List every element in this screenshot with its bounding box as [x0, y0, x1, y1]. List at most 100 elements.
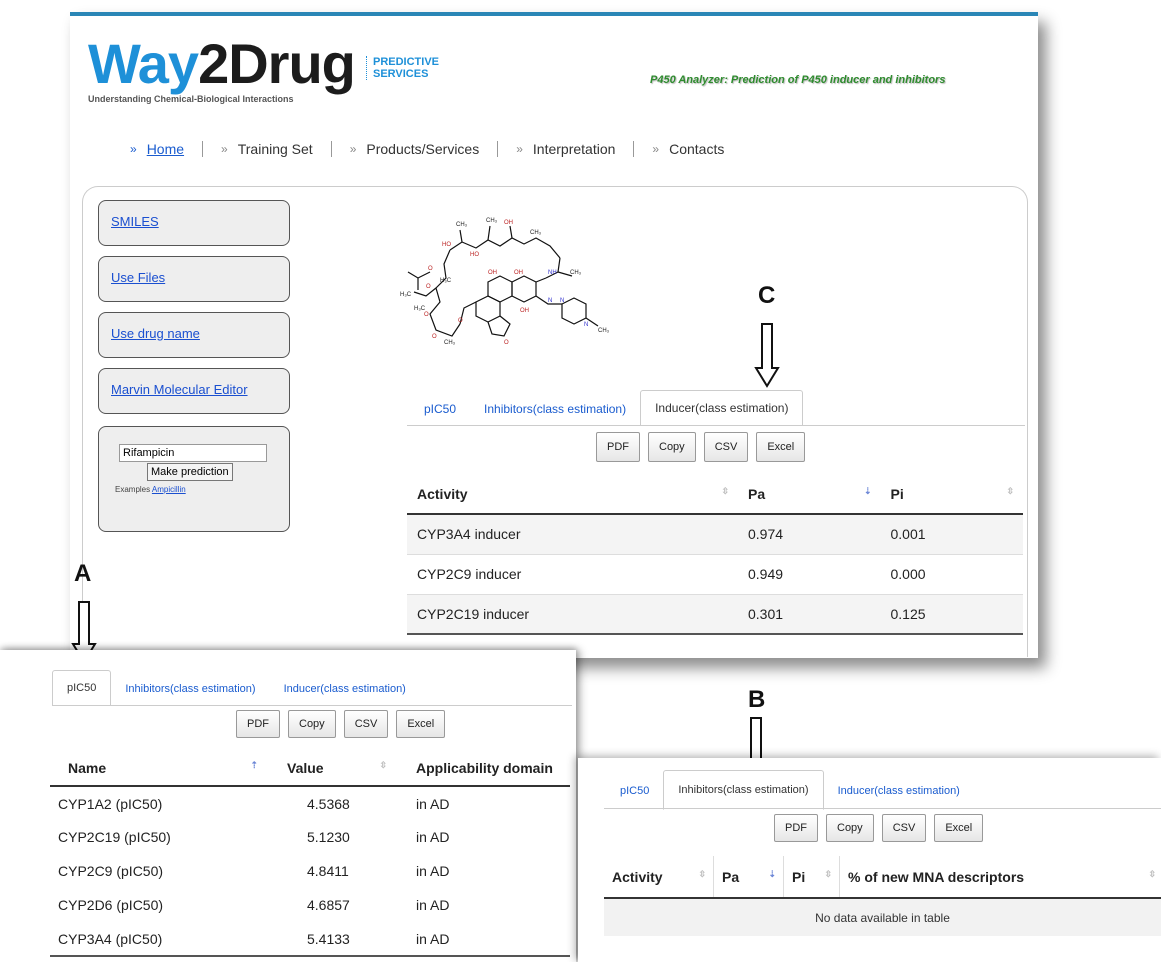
result-tabs: pIC50 Inhibitors(class estimation) Induc… — [410, 390, 804, 426]
col-pa-label: Pa — [722, 868, 740, 885]
col-activity[interactable]: Activity ⇳ — [604, 856, 714, 899]
way2drug-logo[interactable]: Way2Drug Understanding Chemical-Biologic… — [88, 36, 356, 105]
sidebar-link-use-drug-name[interactable]: Use drug name — [111, 326, 200, 341]
pdf-button[interactable]: PDF — [236, 710, 280, 738]
sort-both-icon[interactable]: ⇳ — [698, 869, 706, 880]
sort-desc-icon[interactable]: ⇣ — [768, 869, 776, 880]
tab-inducer[interactable]: Inducer(class estimation) — [824, 772, 974, 810]
pdf-button[interactable]: PDF — [774, 814, 818, 842]
col-pa-label: Pa — [748, 485, 766, 502]
annotation-letter-a: A — [74, 560, 92, 587]
col-pa[interactable]: Pa ⇣ — [738, 474, 881, 515]
cell-ad: in AD — [398, 922, 570, 957]
pdf-button[interactable]: PDF — [596, 432, 640, 462]
excel-button[interactable]: Excel — [756, 432, 806, 462]
col-name[interactable]: Name ⇡ — [50, 750, 269, 787]
nav-link-contacts[interactable]: Contacts — [669, 141, 724, 157]
tabs-divider — [604, 808, 1161, 809]
sort-both-icon[interactable]: ⇳ — [824, 869, 832, 880]
examples-label: Examples — [115, 485, 151, 494]
tab-inducer[interactable]: Inducer(class estimation) — [640, 390, 804, 426]
excel-button[interactable]: Excel — [934, 814, 984, 842]
col-activity[interactable]: Activity ⇳ — [407, 474, 738, 515]
table-row: CYP2D6 (pIC50) 4.6857 in AD — [50, 888, 570, 922]
sidebar-link-marvin-editor[interactable]: Marvin Molecular Editor — [111, 382, 248, 397]
nav-link-products[interactable]: Products/Services — [366, 141, 479, 157]
tab-pic50[interactable]: pIC50 — [410, 392, 470, 426]
nav-link-interpretation[interactable]: Interpretation — [533, 141, 616, 157]
col-value[interactable]: Value ⇳ — [269, 750, 398, 787]
sidebar-link-use-files[interactable]: Use Files — [111, 270, 165, 285]
col-mna[interactable]: % of new MNA descriptors ⇳ — [839, 856, 1161, 899]
inhibitors-screenshot-panel: pIC50 Inhibitors(class estimation) Induc… — [578, 758, 1161, 962]
make-prediction-button[interactable]: Make prediction — [147, 463, 233, 481]
nav-link-home[interactable]: Home — [147, 141, 184, 157]
sort-both-icon[interactable]: ⇳ — [379, 760, 387, 771]
nav-raquo-icon: » — [516, 142, 523, 156]
svg-text:OH: OH — [488, 270, 497, 276]
cell-name: CYP2D6 (pIC50) — [58, 897, 164, 913]
result-tabs: pIC50 Inhibitors(class estimation) Induc… — [52, 670, 420, 706]
csv-button[interactable]: CSV — [343, 710, 389, 738]
nav-link-training-set[interactable]: Training Set — [238, 141, 313, 157]
col-pa[interactable]: Pa ⇣ — [713, 856, 784, 899]
sidebar-item-marvin-editor[interactable]: Marvin Molecular Editor — [98, 368, 290, 414]
cell-value: 4.8411 — [307, 863, 349, 879]
csv-button[interactable]: CSV — [703, 432, 749, 462]
copy-button[interactable]: Copy — [826, 814, 874, 842]
sidebar-link-smiles[interactable]: SMILES — [111, 214, 159, 229]
svg-text:O: O — [428, 266, 433, 272]
excel-button[interactable]: Excel — [396, 710, 446, 738]
col-applicability[interactable]: Applicability domain — [398, 750, 570, 787]
tab-pic50[interactable]: pIC50 — [52, 670, 112, 706]
svg-text:H₃C: H₃C — [400, 292, 412, 298]
sort-asc-icon[interactable]: ⇡ — [250, 760, 258, 771]
result-tabs: pIC50 Inhibitors(class estimation) Induc… — [606, 770, 974, 810]
svg-text:N: N — [584, 322, 588, 328]
cell-ad: in AD — [416, 795, 450, 812]
tab-inhibitors[interactable]: Inhibitors(class estimation) — [663, 770, 824, 810]
svg-text:O: O — [432, 334, 437, 340]
copy-button[interactable]: Copy — [288, 710, 336, 738]
pic50-table: Name ⇡ Value ⇳ Applicability domain CYP1A2… — [50, 750, 570, 957]
nav-item-interpretation[interactable]: » Interpretation — [497, 141, 633, 157]
col-pi[interactable]: Pi ⇳ — [783, 856, 840, 899]
sort-both-icon[interactable]: ⇳ — [1148, 869, 1156, 880]
svg-text:OH: OH — [520, 308, 529, 314]
csv-button[interactable]: CSV — [881, 814, 927, 842]
tab-pic50[interactable]: pIC50 — [606, 772, 663, 810]
sidebar-item-use-drug-name[interactable]: Use drug name — [98, 312, 290, 358]
cell-ad: in AD — [416, 829, 450, 845]
examples-line: Examples Ampicillin — [115, 485, 186, 494]
svg-text:HO: HO — [442, 242, 451, 248]
nav-item-training-set[interactable]: » Training Set — [202, 141, 331, 157]
cell-pa: 0.949 — [738, 553, 881, 594]
main-screenshot-panel: Way2Drug Understanding Chemical-Biologic… — [70, 12, 1038, 658]
tab-inducer[interactable]: Inducer(class estimation) — [270, 672, 420, 706]
sidebar-item-smiles[interactable]: SMILES — [98, 200, 290, 246]
nav-item-home[interactable]: » Home — [130, 141, 202, 157]
svg-text:O: O — [504, 340, 509, 346]
services-text: SERVICES — [373, 68, 429, 80]
sort-both-icon[interactable]: ⇳ — [721, 486, 729, 497]
nav-item-products[interactable]: » Products/Services — [330, 141, 498, 157]
svg-text:CH₃: CH₃ — [570, 270, 582, 276]
tabs-divider — [407, 425, 1025, 426]
svg-text:CH₃: CH₃ — [444, 340, 456, 346]
sidebar-item-use-files[interactable]: Use Files — [98, 256, 290, 302]
copy-button[interactable]: Copy — [648, 432, 696, 462]
tab-inhibitors[interactable]: Inhibitors(class estimation) — [111, 672, 269, 706]
empty-table-message: No data available in table — [604, 897, 1161, 936]
sort-desc-icon[interactable]: ⇣ — [864, 486, 872, 497]
svg-text:O: O — [424, 312, 429, 318]
export-buttons: PDF Copy CSV Excel — [596, 432, 806, 462]
table-row: CYP2C19 inducer 0.301 0.125 — [407, 593, 1023, 635]
col-pi[interactable]: Pi ⇳ — [880, 474, 1023, 515]
tab-inhibitors[interactable]: Inhibitors(class estimation) — [470, 392, 640, 426]
examples-link-ampicillin[interactable]: Ampicillin — [152, 485, 186, 494]
sort-both-icon[interactable]: ⇳ — [1006, 486, 1014, 497]
drug-name-input[interactable] — [119, 444, 267, 462]
main-nav: » Home » Training Set » Products/Services »… — [130, 141, 742, 157]
nav-item-contacts[interactable]: » Contacts — [633, 141, 742, 157]
table-row: CYP1A2 (pIC50) 4.5368 in AD — [50, 786, 570, 820]
